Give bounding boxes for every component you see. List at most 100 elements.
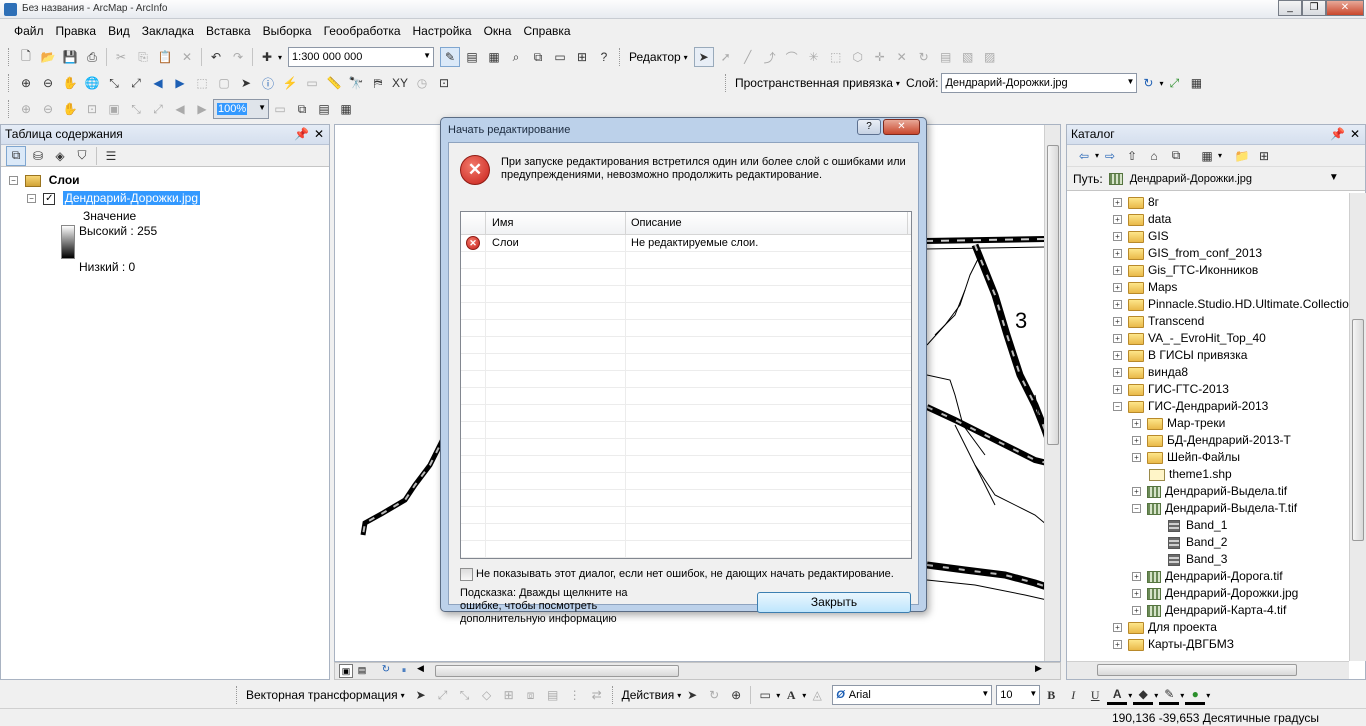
draw-select-icon[interactable]: ➤ xyxy=(682,685,702,705)
dialog-close-x-button[interactable]: ✕ xyxy=(883,119,920,135)
toolbar-grip[interactable] xyxy=(8,100,11,118)
python-window-icon[interactable]: ▭ xyxy=(550,47,570,67)
new-identity-link-icon[interactable]: ⊞ xyxy=(499,685,519,705)
editor-menu[interactable]: Редактор xyxy=(629,50,681,64)
actions-menu[interactable]: Действия xyxy=(622,688,675,702)
list-by-selection-icon[interactable]: ⛉ xyxy=(72,146,92,166)
new-displacement-link-icon[interactable]: ⤢ xyxy=(433,685,453,705)
expand-icon[interactable]: + xyxy=(1113,334,1122,344)
toolbar-grip[interactable] xyxy=(619,48,622,66)
catalog-item[interactable]: + винда8 xyxy=(1113,364,1188,381)
font-combo[interactable]: Ø Arial ▼ xyxy=(832,685,993,705)
catalog-item[interactable]: Band_2 xyxy=(1151,534,1227,551)
catalog-view-icon[interactable]: ▦ xyxy=(1197,146,1217,166)
expand-icon[interactable]: + xyxy=(1132,606,1141,616)
column-name-header[interactable]: Имя xyxy=(492,217,513,229)
sketch-properties-icon[interactable]: ▧ xyxy=(958,47,978,67)
expand-icon[interactable]: + xyxy=(1113,283,1122,293)
layout-pan-icon[interactable]: ✋ xyxy=(60,99,80,119)
spatial-adjustment-arrow[interactable]: ▾ xyxy=(401,691,405,700)
measure-icon[interactable]: 📏 xyxy=(324,73,344,93)
cut-icon[interactable]: ✂ xyxy=(111,47,131,67)
menu-item-8[interactable]: Окна xyxy=(478,24,518,38)
layers-group-row[interactable]: − Слои xyxy=(9,173,80,187)
scroll-left-icon[interactable]: ◀ xyxy=(417,663,424,674)
scroll-right-icon[interactable]: ▶ xyxy=(1035,663,1042,674)
pin-icon[interactable]: 📌 xyxy=(294,125,309,144)
save-icon[interactable]: 💾 xyxy=(60,47,80,67)
menu-item-3[interactable]: Закладка xyxy=(136,24,200,38)
html-popup-icon[interactable]: ▭ xyxy=(302,73,322,93)
create-viewer-icon[interactable]: ⊡ xyxy=(434,73,454,93)
catalog-view-arrow[interactable]: ▾ xyxy=(1218,151,1222,160)
attribute-transfer-icon[interactable]: ⇄ xyxy=(587,685,607,705)
catalog-options-icon[interactable]: ⊞ xyxy=(1254,146,1274,166)
catalog-item[interactable]: − Дендрарий-Выдела-Т.tif xyxy=(1132,500,1297,517)
catalog-item[interactable]: + ГИС-ГТС-2013 xyxy=(1113,381,1229,398)
catalog-item[interactable]: − ГИС-Дендрарий-2013 xyxy=(1113,398,1268,415)
maximize-button[interactable]: ❐ xyxy=(1302,0,1326,16)
add-data-icon[interactable]: ✚ xyxy=(257,47,277,67)
catalog-forward-icon[interactable]: ⇨ xyxy=(1100,146,1120,166)
catalog-window-icon[interactable]: ▦ xyxy=(484,47,504,67)
edge-match-icon[interactable]: ⋮ xyxy=(565,685,585,705)
layer-name[interactable]: Дендрарий-Дорожки.jpg xyxy=(62,191,201,205)
catalog-vscroll-thumb[interactable] xyxy=(1352,319,1364,541)
undo-icon[interactable]: ↶ xyxy=(206,47,226,67)
identify-icon[interactable]: ⓘ xyxy=(258,73,278,93)
catalog-toggle-contents-icon[interactable]: ⧉ xyxy=(1166,146,1186,166)
expand-icon[interactable]: + xyxy=(1132,589,1141,599)
expand-icon[interactable]: + xyxy=(1113,249,1122,259)
layout-fixed-zoom-in-icon[interactable]: ⤡ xyxy=(126,99,146,119)
catalog-item[interactable]: + Maps xyxy=(1113,279,1177,296)
catalog-item[interactable]: + VA_-_EvroHit_Top_40 xyxy=(1113,330,1266,347)
expand-icon[interactable]: + xyxy=(1113,351,1122,361)
attributes-icon[interactable]: ▤ xyxy=(936,47,956,67)
zoom-100-icon[interactable]: ▣ xyxy=(104,99,124,119)
table-of-contents-icon[interactable]: ▤ xyxy=(462,47,482,67)
expand-icon[interactable]: + xyxy=(1113,317,1122,327)
column-description-header[interactable]: Описание xyxy=(631,217,682,229)
catalog-item[interactable]: + Для проекта xyxy=(1113,619,1217,636)
refresh-icon[interactable]: ↻ xyxy=(379,664,393,678)
collapse-icon[interactable]: − xyxy=(27,194,36,204)
catalog-item[interactable]: + Шейп-Файлы xyxy=(1132,449,1240,466)
grayscale-ramp[interactable] xyxy=(61,225,75,259)
find-icon[interactable]: 🔭 xyxy=(346,73,366,93)
rotate-icon[interactable]: ↻ xyxy=(914,47,934,67)
catalog-vertical-scrollbar[interactable] xyxy=(1349,193,1366,661)
catalog-item[interactable]: Band_3 xyxy=(1151,551,1227,568)
pan-icon[interactable]: ✋ xyxy=(60,73,80,93)
connect-to-folder-icon[interactable]: 📁 xyxy=(1232,146,1252,166)
full-extent-icon[interactable]: 🌐 xyxy=(82,73,102,93)
select-features-icon[interactable]: ⬚ xyxy=(192,73,212,93)
toolbar-grip[interactable] xyxy=(725,74,728,92)
search-window-icon[interactable]: ⌕ xyxy=(506,47,526,67)
expand-icon[interactable]: + xyxy=(1113,300,1122,310)
edit-tool-icon[interactable]: ➤ xyxy=(693,47,714,67)
new-document-icon[interactable]: 🗋 xyxy=(16,47,36,67)
cut-polygons-icon[interactable]: ✛ xyxy=(870,47,890,67)
zoom-in-icon[interactable]: ⊕ xyxy=(16,73,36,93)
text-tool-icon[interactable]: A xyxy=(781,685,801,705)
spatial-adjustment-menu[interactable]: Векторная трансформация xyxy=(246,688,398,702)
catalog-item[interactable]: +8г xyxy=(1113,194,1159,211)
list-by-drawing-order-icon[interactable]: ⧉ xyxy=(6,145,26,166)
catalog-back-icon[interactable]: ⇦ xyxy=(1074,146,1094,166)
catalog-item[interactable]: + Transcend xyxy=(1113,313,1204,330)
find-route-icon[interactable]: ⛿ xyxy=(368,73,388,93)
menu-item-0[interactable]: Файл xyxy=(8,24,50,38)
zoom-out-icon[interactable]: ⊖ xyxy=(38,73,58,93)
errors-list[interactable]: Имя Описание ✕ Слои Не редактируемые сло… xyxy=(460,211,912,559)
catalog-item[interactable]: + GIS_from_conf_2013 xyxy=(1113,245,1262,262)
edit-vertices-drawing-icon[interactable]: ◬ xyxy=(807,685,827,705)
bold-button[interactable]: B xyxy=(1041,685,1061,705)
toolbar-grip[interactable] xyxy=(8,74,11,92)
rotate-georef-icon[interactable]: ↻ xyxy=(1138,73,1158,93)
zoom-whole-page-icon[interactable]: ⊡ xyxy=(82,99,102,119)
model-builder-icon[interactable]: ⊞ xyxy=(572,47,592,67)
new-limited-adjustment-icon[interactable]: ⧈ xyxy=(521,685,541,705)
clear-selection-icon[interactable]: ▢ xyxy=(214,73,234,93)
expand-icon[interactable]: + xyxy=(1113,215,1122,225)
catalog-hscroll-thumb[interactable] xyxy=(1097,664,1297,676)
